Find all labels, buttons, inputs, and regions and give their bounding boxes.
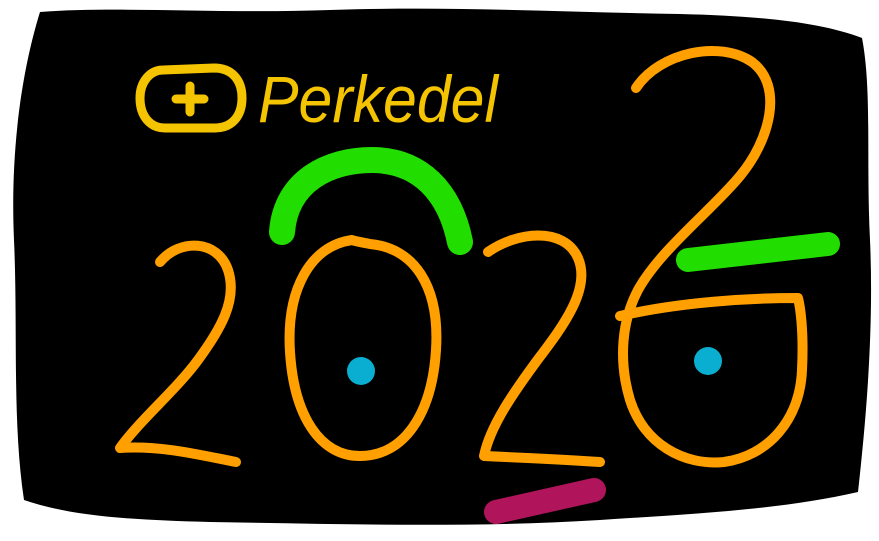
cyan-dot-right [694, 347, 722, 375]
perkedel-label: Perkedel [258, 62, 500, 136]
cyan-dot-left [347, 357, 375, 385]
green-dash-mark [676, 232, 840, 272]
drawing-canvas: Perkedel [13, 8, 872, 525]
